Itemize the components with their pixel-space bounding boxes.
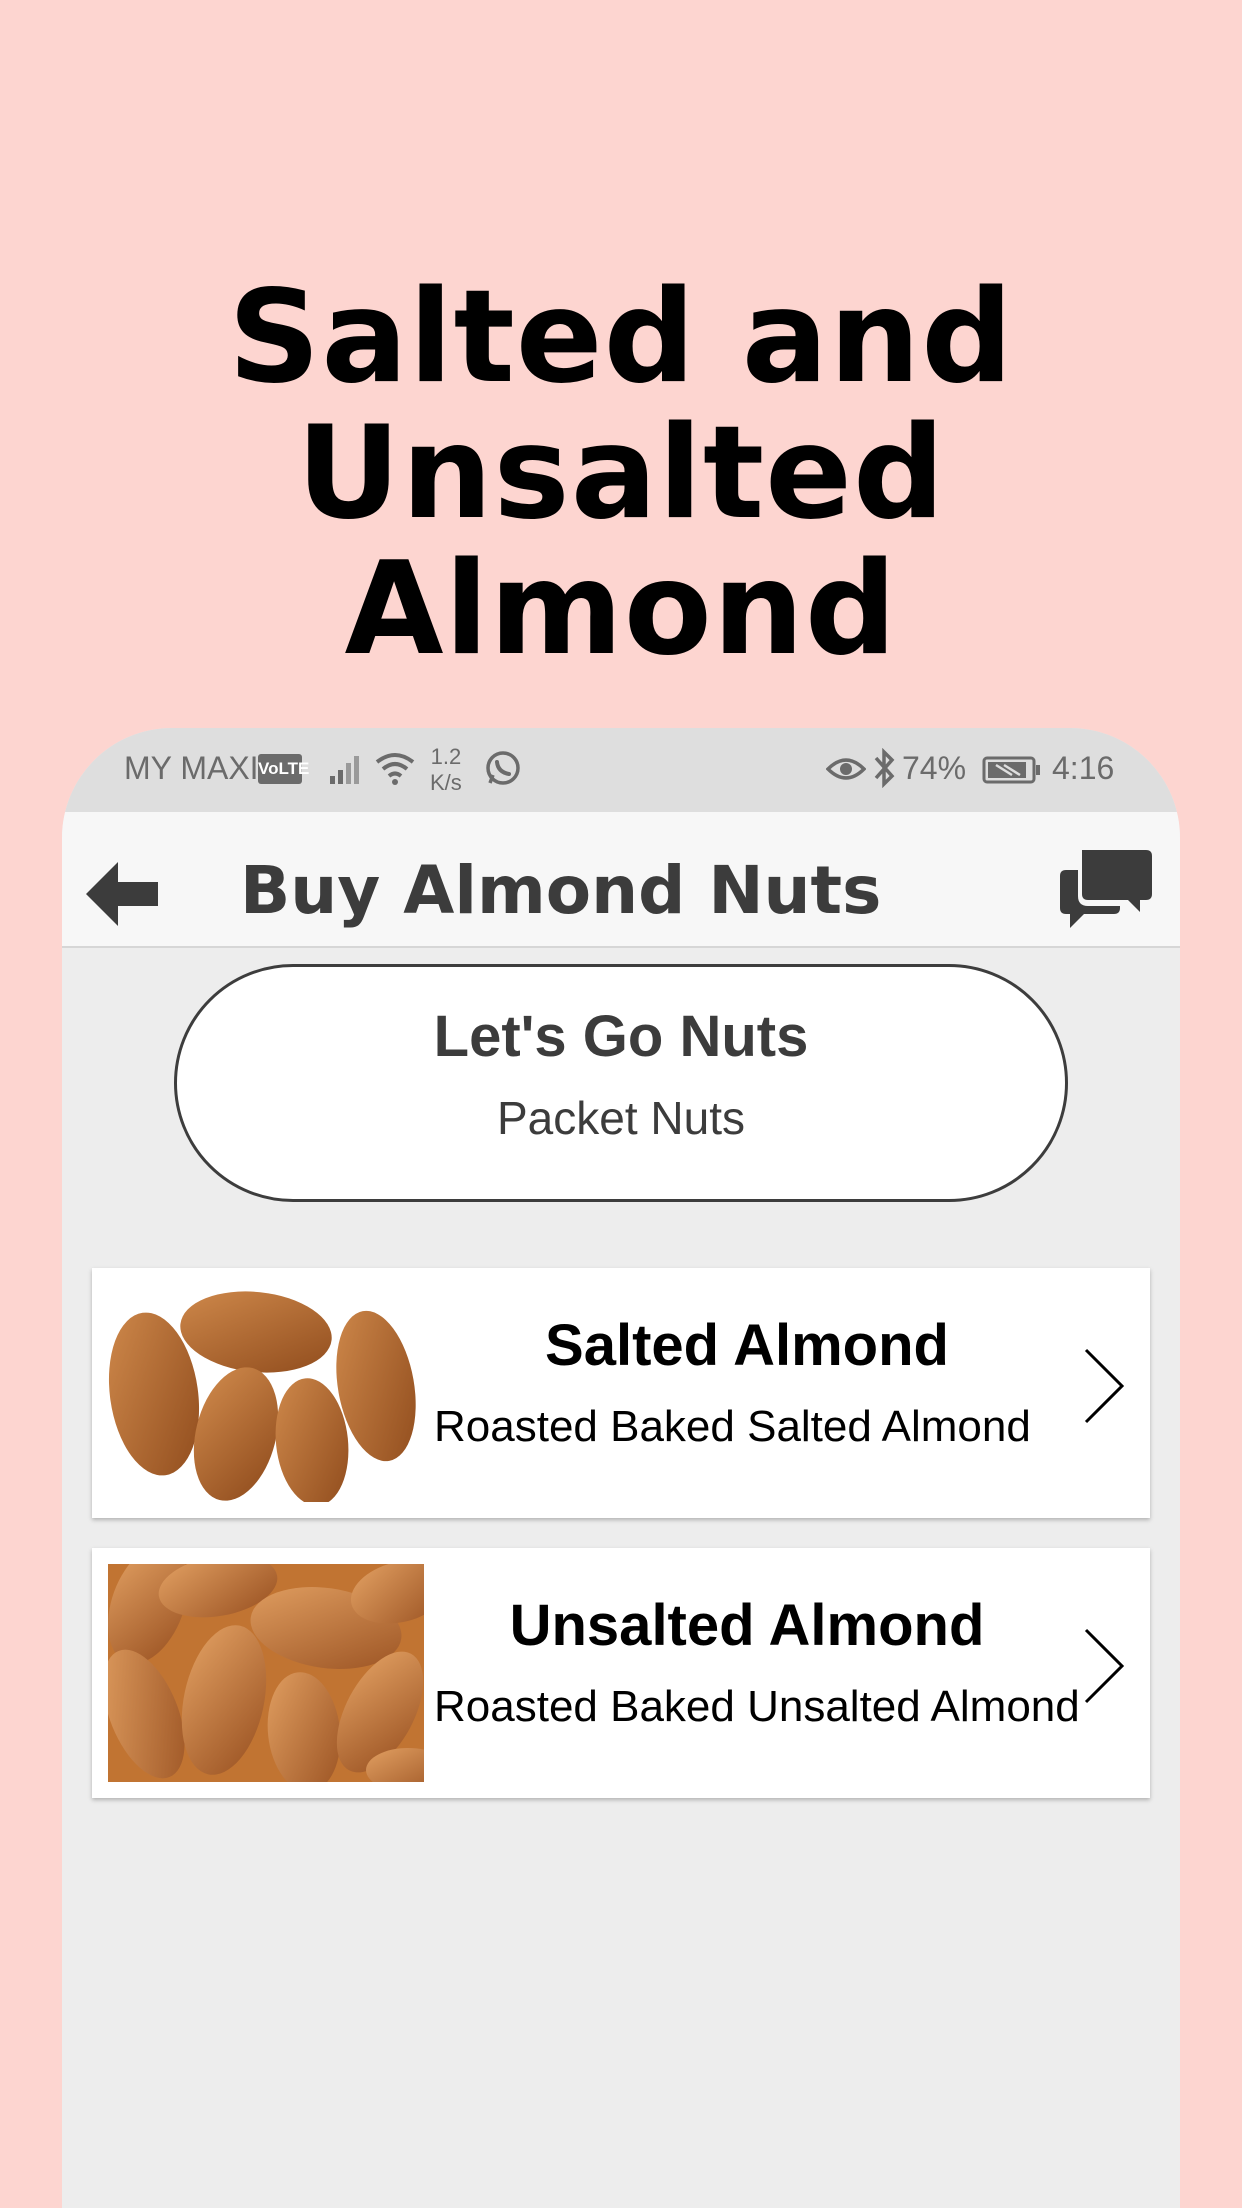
signal-icon xyxy=(330,756,359,784)
volte-badge: VoLTE xyxy=(258,754,309,784)
battery-percent: 74% xyxy=(902,750,967,786)
app-bar: Buy Almond Nuts xyxy=(62,812,1180,948)
salted-almond-image xyxy=(108,1284,424,1502)
product-description: Roasted Baked Salted Almond xyxy=(434,1402,1031,1451)
clock-time: 4:16 xyxy=(1052,750,1115,786)
store-name: Let's Go Nuts xyxy=(433,1004,809,1069)
chat-bubbles-icon[interactable] xyxy=(1058,846,1154,938)
unsalted-almond-image xyxy=(108,1564,424,1782)
whatsapp-icon xyxy=(486,751,520,785)
chevron-right-icon xyxy=(1084,1348,1125,1424)
promo-title-line-2: Unsalted Almond xyxy=(296,399,946,684)
battery-icon xyxy=(982,756,1040,784)
carrier-name: MY MAXIS xyxy=(124,750,280,786)
network-speed: 1.2 K/s xyxy=(430,744,462,796)
eye-icon xyxy=(826,758,866,780)
product-title: Salted Almond xyxy=(545,1313,949,1378)
speed-value: 1.2 xyxy=(430,744,462,769)
product-card-unsalted-almond[interactable]: Unsalted Almond Roasted Baked Unsalted A… xyxy=(92,1548,1150,1798)
status-bar: MY MAXIS VoLTE 1.2 K/s 74% 4:16 xyxy=(62,728,1180,812)
promo-title: Salted and Unsalted Almond xyxy=(0,270,1242,678)
page-title: Buy Almond Nuts xyxy=(240,852,882,929)
speed-unit: K/s xyxy=(430,770,462,795)
product-card-salted-almond[interactable]: Salted Almond Roasted Baked Salted Almon… xyxy=(92,1268,1150,1518)
promo-title-line-1: Salted and xyxy=(228,263,1014,412)
product-description: Roasted Baked Unsalted Almond xyxy=(434,1682,1080,1731)
phone-screen: MY MAXIS VoLTE 1.2 K/s 74% 4:16 Buy Almo… xyxy=(62,728,1180,2208)
store-subtitle: Packet Nuts xyxy=(497,1092,745,1144)
back-arrow-icon[interactable] xyxy=(84,858,160,930)
chevron-right-icon xyxy=(1084,1628,1125,1704)
product-title: Unsalted Almond xyxy=(509,1593,985,1658)
bluetooth-icon xyxy=(874,748,895,788)
store-banner[interactable]: Let's Go Nuts Packet Nuts xyxy=(174,964,1068,1202)
wifi-icon xyxy=(375,753,415,785)
